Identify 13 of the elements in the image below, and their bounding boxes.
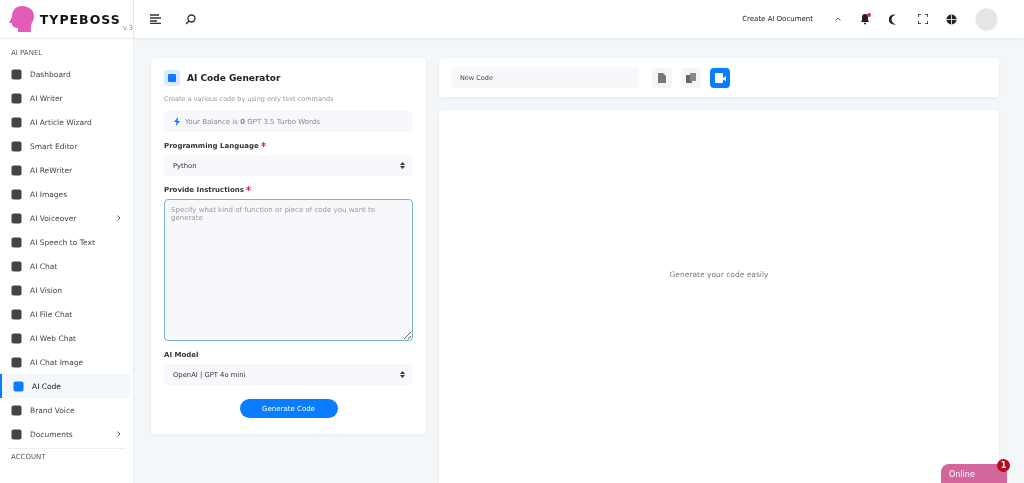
search-icon[interactable] <box>185 13 196 25</box>
globe-icon[interactable] <box>946 13 957 25</box>
caret-icon[interactable] <box>835 17 841 21</box>
brand-name: TYPEBOSS <box>39 11 121 27</box>
document-icon[interactable] <box>652 67 672 88</box>
card-title: AI Code Generator <box>187 73 281 83</box>
sort-arrows-icon <box>400 371 405 378</box>
sort-arrows-icon <box>400 162 405 169</box>
code-icon <box>164 70 180 86</box>
lightning-icon <box>174 117 180 126</box>
copy-icon[interactable] <box>681 67 701 88</box>
bell-icon[interactable] <box>859 13 871 25</box>
fullscreen-icon[interactable] <box>918 14 928 24</box>
